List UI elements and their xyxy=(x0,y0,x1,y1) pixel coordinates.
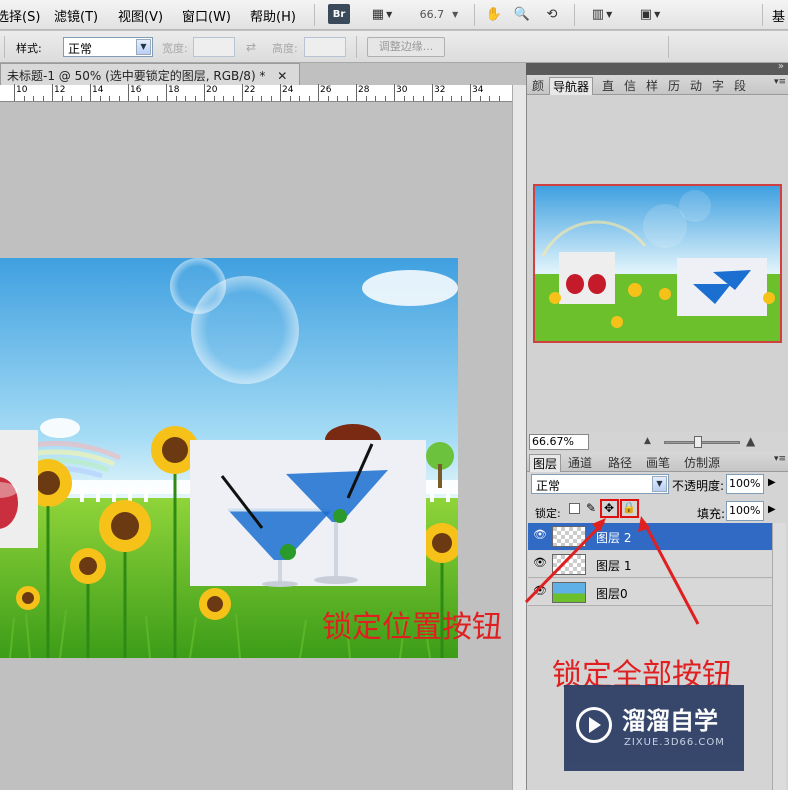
lock-position-callout: 锁定位置按钮 xyxy=(322,610,502,645)
play-icon xyxy=(576,707,612,743)
watermark-url: ZIXUE.3D66.COM xyxy=(624,737,725,748)
watermark-title: 溜溜自学 xyxy=(622,707,718,735)
arrow-lock-position xyxy=(524,520,606,604)
arrow-lock-all xyxy=(642,521,700,625)
arrowhead xyxy=(592,518,606,532)
watermark-logo: 溜溜自学 ZIXUE.3D66.COM xyxy=(564,685,744,771)
